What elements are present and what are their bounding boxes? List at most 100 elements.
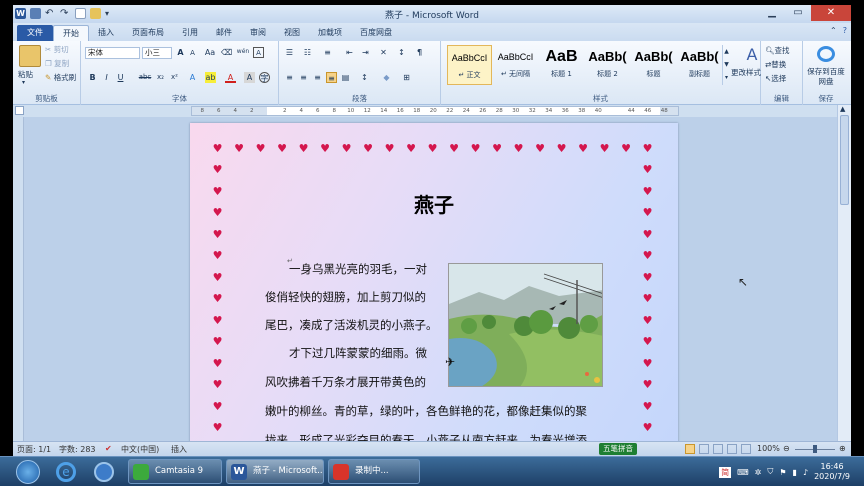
numbering-icon[interactable]: ☷ [302, 47, 313, 58]
strikethrough-button[interactable]: abc [137, 72, 153, 83]
change-styles-icon[interactable]: A [741, 45, 763, 64]
styles-scroll[interactable]: ▲ ▼ ▾ [722, 45, 730, 85]
clock[interactable]: 16:46 2020/7/9 [814, 462, 850, 482]
grow-font-icon[interactable]: A [175, 47, 186, 58]
swallow-landscape-image[interactable] [448, 263, 603, 387]
shield-icon[interactable]: ⛉ [767, 467, 773, 477]
paste-icon[interactable] [19, 45, 41, 67]
character-border-icon[interactable]: A [253, 47, 264, 58]
character-shading-icon[interactable]: A [244, 72, 255, 83]
italic-button[interactable]: I [101, 72, 112, 83]
zoom-out-icon[interactable]: ⊖ [783, 444, 790, 453]
zoom-level[interactable]: 100% [757, 444, 780, 453]
volume-icon[interactable]: ♪ [803, 468, 808, 477]
borders-icon[interactable]: ⊞ [401, 72, 412, 83]
justify-icon[interactable]: ≡ [326, 72, 337, 83]
increase-indent-icon[interactable]: ⇥ [360, 47, 371, 58]
paste-dropdown-icon[interactable]: ▾ [22, 79, 25, 86]
tab-baidu-netdisk[interactable]: 百度网盘 [351, 25, 401, 41]
taskbar-recording[interactable]: 录制中... [328, 459, 420, 484]
media-player-icon[interactable] [94, 462, 114, 482]
tab-addins[interactable]: 加载项 [309, 25, 351, 41]
decrease-indent-icon[interactable]: ⇤ [344, 47, 355, 58]
help-icon[interactable]: ? [843, 26, 847, 35]
style-no-spacing[interactable]: AaBbCcI ↵ 无间隔 [493, 45, 538, 85]
line-spacing-icon[interactable]: ↕ [359, 72, 370, 83]
baidu-cloud-icon[interactable] [817, 46, 835, 62]
draft-icon[interactable] [741, 444, 751, 454]
style-subtitle[interactable]: AaBb( 副标题 [677, 45, 722, 85]
text-line[interactable]: 风吹拂着千万条才展开带黄色的 [265, 374, 426, 390]
tab-selector-icon[interactable] [15, 106, 24, 115]
scroll-up-icon[interactable]: ▲ [840, 105, 845, 113]
tab-home[interactable]: 开始 [53, 25, 89, 41]
select-button[interactable]: ↖选择 [765, 73, 786, 84]
text-line[interactable]: 才下过几阵蒙蒙的细雨。微 [289, 345, 427, 361]
font-name-combo[interactable]: 宋体 [85, 47, 140, 59]
style-title[interactable]: AaBb( 标题 [631, 45, 676, 85]
highlight-icon[interactable]: ab [205, 72, 216, 83]
tab-page-layout[interactable]: 页面布局 [123, 25, 173, 41]
find-button[interactable]: 🔍︎查找 [765, 45, 790, 56]
paste-button[interactable]: 粘贴 [18, 69, 33, 80]
document-page[interactable]: ♥ ♥ ♥ ♥ ♥ ♥ ♥ ♥ ♥ ♥ ♥ ♥ ♥ ♥ ♥ ♥ ♥ ♥ ♥ ♥ ♥ ♥ ♥ ♥ ♥ ♥ ♥ ♥ ♥ ♥ ♥ ♥ ♥ ♥ ♥ ♥ ♥ ♥ ♥ ♥… [190, 123, 678, 453]
underline-button[interactable]: U [115, 72, 126, 83]
full-screen-reading-icon[interactable] [699, 444, 709, 454]
font-size-combo[interactable]: 小三 [142, 47, 172, 59]
clear-format-icon[interactable]: ⌫ [221, 47, 232, 58]
page-count[interactable]: 页面: 1/1 [17, 444, 51, 455]
shading-icon[interactable]: ◆ [381, 72, 392, 83]
text-line[interactable]: 俊俏轻快的翅膀，加上剪刀似的 [265, 289, 426, 305]
distributed-icon[interactable]: ▤ [340, 72, 351, 83]
change-case-icon[interactable]: Aa [202, 47, 218, 58]
tab-references[interactable]: 引用 [173, 25, 207, 41]
sort-icon[interactable]: ↕ [396, 47, 407, 58]
settings-icon[interactable]: ✲ [755, 468, 762, 477]
tab-file[interactable]: 文件 [17, 25, 53, 41]
bullets-icon[interactable]: ☰ [284, 47, 295, 58]
align-right-icon[interactable]: ≡ [312, 72, 323, 83]
ruler-bar[interactable]: 8 6 4 2 2 4 6 8 10 12 14 16 18 20 22 24 26 28 30 32 34 36 38 40… [191, 106, 679, 116]
cut-button[interactable]: ✂ 剪切 [45, 44, 69, 55]
ime-indicator[interactable]: 五笔拼音 [599, 443, 637, 455]
align-left-icon[interactable]: ≡ [284, 72, 295, 83]
minimize-button[interactable]: ▁ [759, 5, 785, 21]
flag-icon[interactable]: ⚑ [779, 468, 786, 477]
font-color-icon[interactable]: A [225, 72, 236, 83]
scroll-thumb[interactable] [840, 115, 849, 205]
keyboard-icon[interactable]: ⌨ [737, 468, 749, 477]
vertical-ruler[interactable] [13, 117, 24, 441]
style-normal[interactable]: AaBbCcI ↵ 正文 [447, 45, 492, 85]
language[interactable]: 中文(中国) [121, 444, 159, 455]
taskbar-word[interactable]: W 燕子 - Microsoft... [226, 459, 324, 484]
vertical-scrollbar[interactable]: ▲ [837, 105, 851, 441]
internet-explorer-icon[interactable]: e [56, 462, 76, 482]
align-center-icon[interactable]: ≡ [298, 72, 309, 83]
insert-mode[interactable]: 插入 [171, 444, 187, 455]
copy-button[interactable]: ❐ 复制 [45, 58, 69, 69]
superscript-button[interactable]: x² [169, 72, 180, 83]
proofing-icon[interactable]: ✔ [105, 444, 112, 453]
format-painter-button[interactable]: ✎ 格式刷 [45, 72, 76, 83]
text-effects-icon[interactable]: A [187, 72, 198, 83]
bold-button[interactable]: B [87, 72, 98, 83]
style-heading-1[interactable]: AaB 标题 1 [539, 45, 584, 85]
maximize-button[interactable]: ▭ [785, 5, 811, 21]
tab-view[interactable]: 视图 [275, 25, 309, 41]
close-button[interactable]: ✕ [811, 5, 851, 21]
show-marks-icon[interactable]: ¶ [414, 47, 425, 58]
tab-review[interactable]: 审阅 [241, 25, 275, 41]
change-styles-button[interactable]: 更改样式 [731, 67, 761, 78]
phonetic-guide-icon[interactable]: wén [235, 46, 251, 57]
document-title[interactable]: 燕子 [190, 189, 678, 218]
text-line[interactable]: 尾巴，凑成了活泼机灵的小燕子。 [265, 317, 438, 333]
zoom-in-icon[interactable]: ⊕ [839, 444, 846, 453]
minimize-ribbon-icon[interactable]: ⌃ [830, 26, 837, 35]
word-count[interactable]: 字数: 283 [59, 444, 96, 455]
web-layout-icon[interactable] [713, 444, 723, 454]
start-button[interactable] [16, 460, 40, 484]
enclose-character-icon[interactable]: 字 [259, 72, 270, 83]
multilevel-list-icon[interactable]: ≡ [322, 47, 333, 58]
chinese-layout-icon[interactable]: ✕ [378, 47, 389, 58]
taskbar-camtasia[interactable]: Camtasia 9 [128, 459, 222, 484]
